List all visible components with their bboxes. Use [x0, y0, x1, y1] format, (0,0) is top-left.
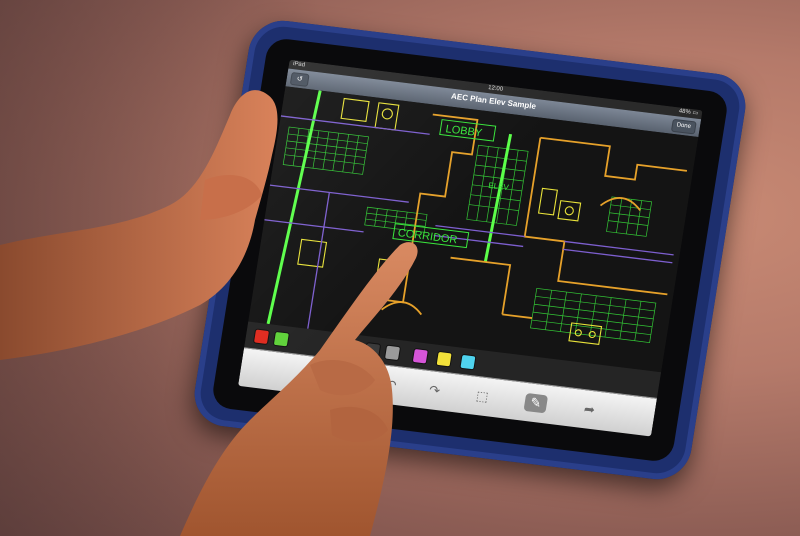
- right-hand: [180, 242, 418, 536]
- share-icon[interactable]: ➦: [577, 400, 602, 420]
- done-button[interactable]: Done: [670, 118, 697, 135]
- swatch-cyan[interactable]: [459, 353, 477, 371]
- palette-icon[interactable]: ✎: [523, 392, 549, 414]
- select-icon[interactable]: ⬚: [470, 386, 495, 406]
